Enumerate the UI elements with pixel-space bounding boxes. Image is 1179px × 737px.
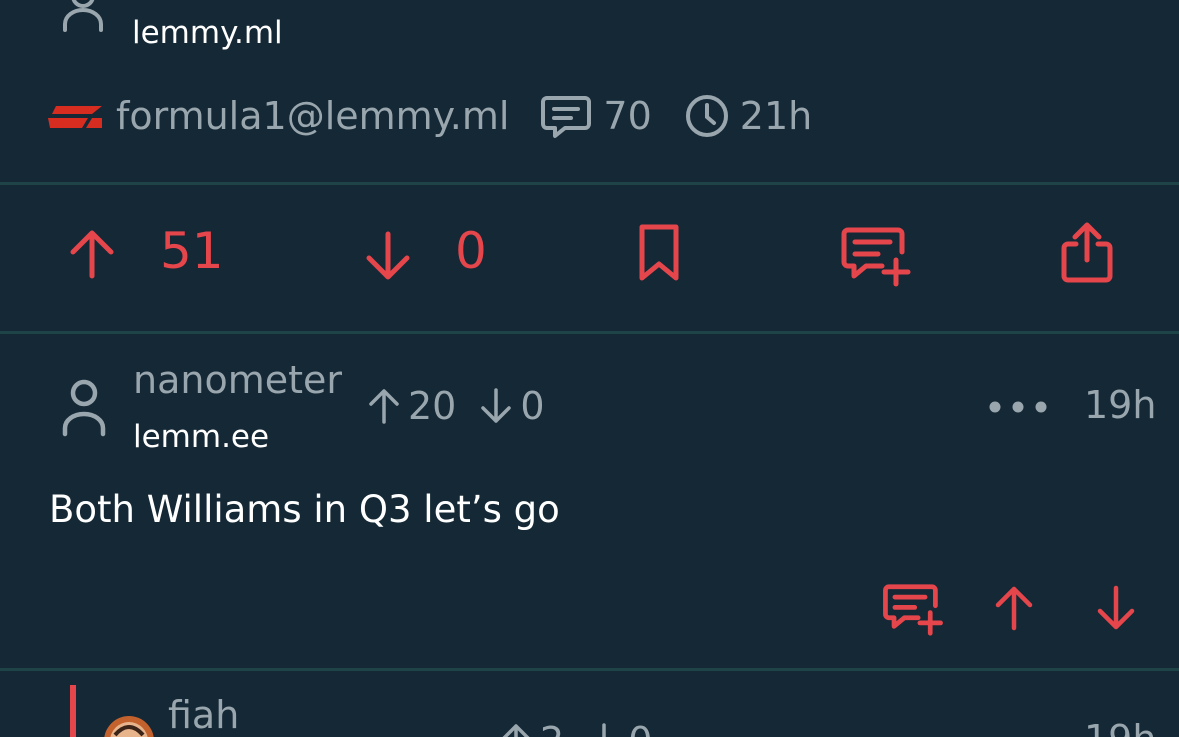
comment-upvote-count: 20: [408, 384, 457, 428]
comment-instance[interactable]: lemm.ee: [133, 419, 269, 455]
clock-icon: [684, 93, 730, 139]
post-age: 21h: [739, 94, 813, 138]
comment-downvote-count: 0: [628, 719, 652, 737]
community-link[interactable]: formula1@lemmy.ml: [116, 94, 509, 138]
divider: [0, 182, 1179, 185]
comment: nanometer lemm.ee 20 0 19h Both Williams…: [0, 334, 1179, 668]
thread-indent-line: [70, 685, 76, 737]
comment-add-icon: [883, 584, 943, 636]
arrow-down-icon: [586, 722, 622, 737]
comment-username[interactable]: fiah: [168, 693, 239, 737]
arrow-up-icon: [498, 722, 534, 737]
comment-downvote-button[interactable]: [1096, 584, 1136, 632]
comment-age: 19h: [1084, 717, 1156, 737]
post-upvote-button[interactable]: [68, 228, 116, 280]
comment-upvote-count: 2: [540, 719, 564, 737]
community-icon: [48, 102, 102, 130]
reply-post-button[interactable]: [840, 226, 912, 288]
comment-body: Both Williams in Q3 let’s go: [49, 488, 560, 531]
arrow-down-icon: [478, 387, 514, 425]
arrow-down-icon: [366, 231, 410, 280]
comment-votes: 20 0: [366, 382, 545, 430]
comment-more-button[interactable]: [988, 400, 1048, 414]
comment-count: 70: [603, 94, 652, 138]
bookmark-icon: [639, 224, 679, 281]
comment-upvote-button[interactable]: [994, 584, 1034, 632]
ellipsis-icon: [989, 401, 1047, 413]
save-button[interactable]: [636, 224, 682, 282]
comment-reply-button[interactable]: [882, 582, 944, 638]
post-upvote-count: 51: [160, 222, 224, 280]
arrow-down-icon: [1097, 585, 1135, 630]
post-author-instance[interactable]: lemmy.ml: [132, 15, 283, 51]
post-downvote-button[interactable]: [364, 230, 412, 282]
comment-age: 19h: [1084, 383, 1157, 427]
comment: fiah 2 0 19h: [0, 671, 1179, 737]
comment-votes: 2 0: [498, 717, 652, 737]
arrow-up-icon: [366, 387, 402, 425]
comment-count-icon: [541, 92, 592, 140]
user-icon: [62, 379, 106, 437]
comment-username[interactable]: nanometer: [133, 358, 342, 402]
comment-add-icon: [841, 227, 911, 287]
arrow-up-icon: [995, 586, 1033, 631]
share-icon: [1061, 222, 1113, 283]
user-icon: [63, 0, 103, 32]
comment-downvote-count: 0: [520, 384, 545, 428]
avatar[interactable]: [103, 715, 155, 737]
post-meta: formula1@lemmy.ml 70 21h: [48, 92, 812, 140]
comment-author-avatar[interactable]: [60, 374, 108, 438]
post-author-avatar[interactable]: [58, 0, 108, 32]
share-button[interactable]: [1060, 220, 1116, 284]
arrow-up-icon: [70, 230, 114, 279]
post-downvote-count: 0: [455, 222, 487, 280]
